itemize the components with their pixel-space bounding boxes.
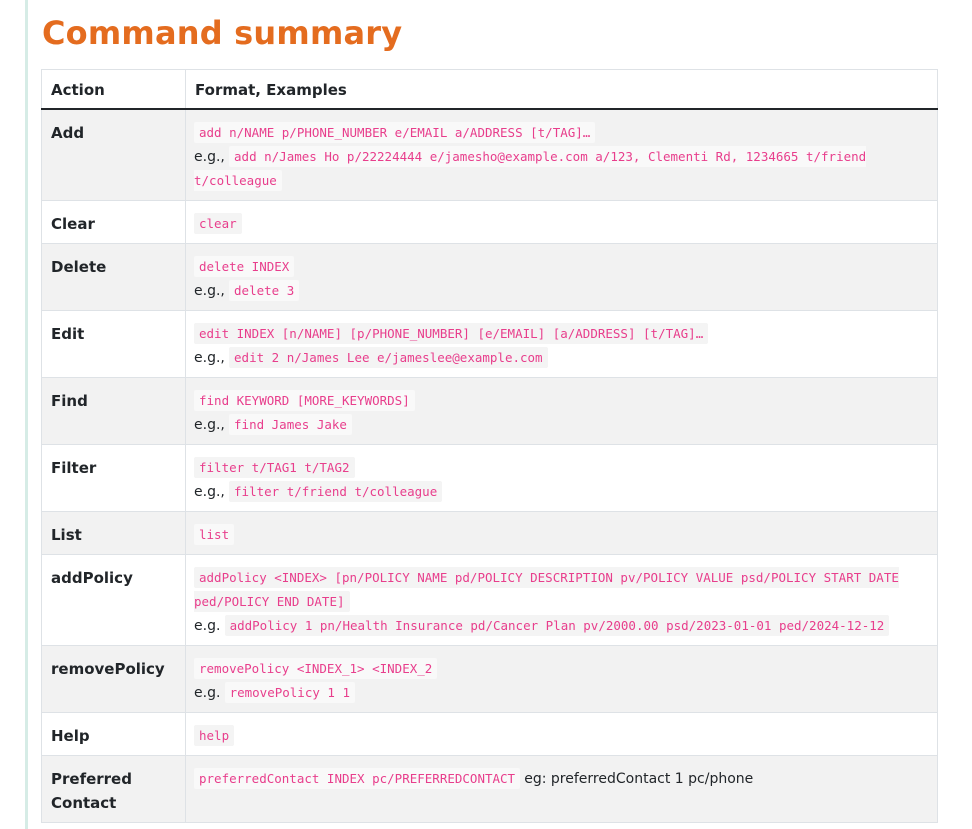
- page-title: Command summary: [42, 14, 403, 52]
- command-action-cell: removePolicy: [41, 645, 186, 713]
- command-action-cell: List: [41, 511, 186, 555]
- command-example-code: filter t/friend t/colleague: [229, 481, 443, 502]
- command-action-cell: Help: [41, 712, 186, 756]
- command-action-cell: Edit: [41, 310, 186, 378]
- command-format-cell: help: [185, 712, 938, 756]
- example-prefix: e.g.: [194, 685, 221, 701]
- command-action-cell: Add: [41, 108, 186, 201]
- command-example-code: delete 3: [229, 280, 300, 301]
- command-example-code: find James Jake: [229, 414, 352, 435]
- example-prefix: e.g.,: [194, 417, 225, 433]
- command-action-cell: addPolicy: [41, 554, 186, 646]
- command-example-code: addPolicy 1 pn/Health Insurance pd/Cance…: [224, 615, 890, 636]
- inline-example-text: eg: preferredContact 1 pc/phone: [524, 771, 754, 787]
- example-prefix: e.g.,: [194, 149, 225, 165]
- table-row: List list: [41, 511, 938, 555]
- left-border-rule: [25, 0, 28, 829]
- example-prefix: e.g.,: [194, 283, 225, 299]
- command-format-cell: removePolicy <INDEX_1> <INDEX_2 e.g. remo…: [185, 645, 938, 713]
- command-format-cell: preferredContact INDEX pc/PREFERREDCONTA…: [185, 755, 938, 823]
- command-format-code: help: [194, 725, 235, 746]
- command-format-code: filter t/TAG1 t/TAG2: [194, 457, 355, 478]
- command-action-cell: Clear: [41, 200, 186, 244]
- table-row: Delete delete INDEX e.g., delete 3: [41, 243, 938, 311]
- table-row: Add add n/NAME p/PHONE_NUMBER e/EMAIL a/A…: [41, 108, 938, 201]
- table-row: addPolicy addPolicy <INDEX> [pn/POLICY NA…: [41, 554, 938, 646]
- table-row: Edit edit INDEX [n/NAME] [p/PHONE_NUMBER]…: [41, 310, 938, 378]
- table-row: Clear clear: [41, 200, 938, 244]
- command-format-cell: delete INDEX e.g., delete 3: [185, 243, 938, 311]
- command-example-code: add n/James Ho p/22224444 e/jamesho@exam…: [194, 146, 867, 191]
- command-example-code: edit 2 n/James Lee e/jameslee@example.co…: [229, 347, 548, 368]
- command-format-cell: list: [185, 511, 938, 555]
- table-row: Help help: [41, 712, 938, 756]
- command-format-code: clear: [194, 213, 242, 234]
- column-header-action: Action: [41, 69, 186, 110]
- command-format-code: edit INDEX [n/NAME] [p/PHONE_NUMBER] [e/…: [194, 323, 709, 344]
- example-prefix: e.g.: [194, 618, 221, 634]
- example-prefix: e.g.,: [194, 350, 225, 366]
- command-action-cell: Preferred Contact: [41, 755, 186, 823]
- command-format-code: delete INDEX: [194, 256, 295, 277]
- command-action-cell: Find: [41, 377, 186, 445]
- command-example-code: removePolicy 1 1: [224, 682, 355, 703]
- command-format-cell: clear: [185, 200, 938, 244]
- command-action-cell: Filter: [41, 444, 186, 512]
- command-format-code: addPolicy <INDEX> [pn/POLICY NAME pd/POL…: [194, 567, 899, 612]
- command-format-code: preferredContact INDEX pc/PREFERREDCONTA…: [194, 768, 521, 789]
- command-summary-table: Action Format, Examples Add add n/NAME p/…: [41, 69, 938, 823]
- command-format-cell: edit INDEX [n/NAME] [p/PHONE_NUMBER] [e/…: [185, 310, 938, 378]
- table-row: Filter filter t/TAG1 t/TAG2 e.g., filter t…: [41, 444, 938, 512]
- command-format-cell: find KEYWORD [MORE_KEYWORDS] e.g., find J…: [185, 377, 938, 445]
- table-row: Preferred Contact preferredContact INDEX …: [41, 755, 938, 823]
- command-format-cell: filter t/TAG1 t/TAG2 e.g., filter t/frien…: [185, 444, 938, 512]
- command-format-code: add n/NAME p/PHONE_NUMBER e/EMAIL a/ADDR…: [194, 122, 596, 143]
- example-prefix: e.g.,: [194, 484, 225, 500]
- command-format-code: find KEYWORD [MORE_KEYWORDS]: [194, 390, 415, 411]
- column-header-format: Format, Examples: [185, 69, 938, 110]
- table-header-row: Action Format, Examples: [41, 69, 938, 110]
- command-action-cell: Delete: [41, 243, 186, 311]
- command-format-code: removePolicy <INDEX_1> <INDEX_2: [194, 658, 438, 679]
- table-row: Find find KEYWORD [MORE_KEYWORDS] e.g., fi…: [41, 377, 938, 445]
- command-format-cell: add n/NAME p/PHONE_NUMBER e/EMAIL a/ADDR…: [185, 108, 938, 201]
- command-format-code: list: [194, 524, 235, 545]
- table-row: removePolicy removePolicy <INDEX_1> <INDE…: [41, 645, 938, 713]
- command-format-cell: addPolicy <INDEX> [pn/POLICY NAME pd/POL…: [185, 554, 938, 646]
